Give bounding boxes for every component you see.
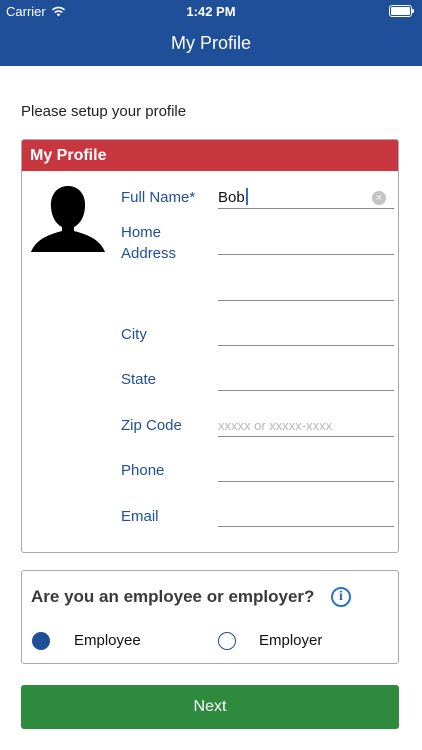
employee-radio[interactable] — [32, 632, 50, 650]
full-name-label: Full Name* — [121, 189, 196, 206]
person-silhouette-icon — [31, 186, 105, 252]
employer-label[interactable]: Employer — [259, 632, 322, 649]
text-cursor — [245, 188, 248, 205]
zip-input[interactable]: xxxxx or xxxxx-xxxx — [218, 418, 332, 433]
info-icon[interactable]: i — [331, 587, 351, 607]
city-label: City — [121, 326, 147, 343]
clear-icon[interactable]: × — [372, 191, 386, 205]
home-address-line1-input[interactable] — [218, 254, 394, 255]
battery-icon — [389, 5, 414, 17]
home-address-label-line2: Address — [121, 245, 177, 262]
intro-text: Please setup your profile — [21, 103, 187, 120]
status-bar: Carrier 1:42 PM — [0, 0, 422, 22]
role-card: Are you an employee or employer? i Emplo… — [21, 570, 399, 664]
profile-card: My Profile Full Name* Bob × Home Address… — [21, 139, 399, 553]
email-input[interactable] — [218, 526, 394, 527]
next-button[interactable]: Next — [21, 685, 399, 729]
zip-underline — [218, 436, 394, 437]
zip-label: Zip Code — [121, 417, 182, 434]
employee-label[interactable]: Employee — [74, 632, 141, 649]
status-time: 1:42 PM — [186, 4, 236, 19]
employer-radio[interactable] — [218, 632, 236, 650]
home-address-label: Home Address — [121, 222, 176, 264]
full-name-underline — [218, 208, 394, 209]
home-address-label-line1: Home — [121, 224, 162, 241]
state-label: State — [121, 371, 157, 388]
city-input[interactable] — [218, 345, 394, 346]
phone-input[interactable] — [218, 481, 394, 482]
full-name-input[interactable]: Bob — [218, 188, 248, 206]
profile-card-header: My Profile — [22, 140, 398, 171]
navigation-bar: My Profile — [0, 22, 422, 66]
home-address-line2-input[interactable] — [218, 300, 394, 301]
email-label: Email — [121, 508, 159, 525]
phone-label: Phone — [121, 462, 165, 479]
role-question: Are you an employee or employer? — [31, 587, 315, 606]
page-title: My Profile — [170, 33, 251, 53]
state-input[interactable] — [218, 390, 394, 391]
full-name-value: Bob — [218, 189, 245, 206]
